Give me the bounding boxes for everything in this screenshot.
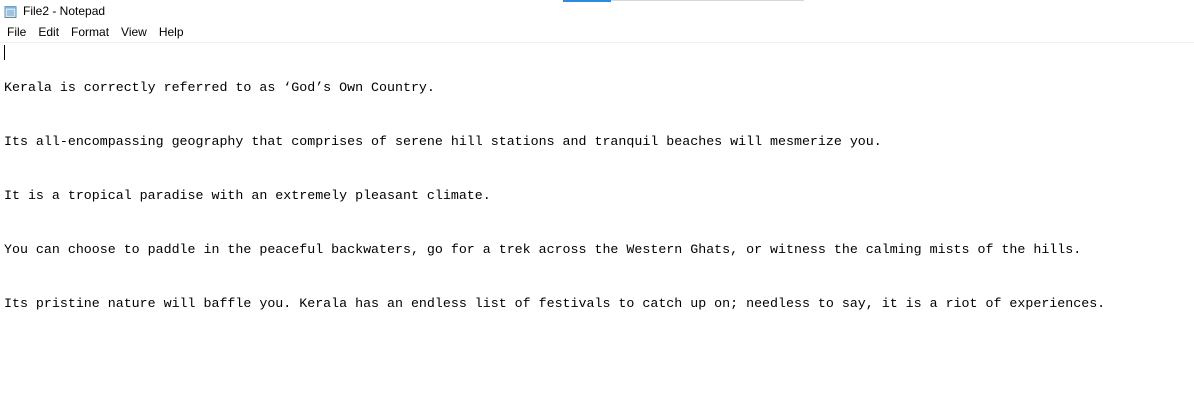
notepad-icon	[4, 5, 17, 18]
editor-line: Kerala is correctly referred to as ‘God’…	[4, 80, 435, 95]
text-editor-area[interactable]: Kerala is correctly referred to as ‘God’…	[4, 43, 1194, 411]
editor-line: It is a tropical paradise with an extrem…	[4, 188, 491, 203]
menu-view[interactable]: View	[115, 22, 153, 42]
focus-accent	[563, 0, 611, 2]
title-bar[interactable]: File2 - Notepad	[0, 0, 1194, 22]
editor-line: Its all-encompassing geography that comp…	[4, 134, 882, 149]
notepad-window: File2 - Notepad File Edit Format View He…	[0, 0, 1194, 411]
menu-file[interactable]: File	[1, 22, 32, 42]
editor-line: Its pristine nature will baffle you. Ker…	[4, 296, 1106, 311]
menu-format[interactable]: Format	[65, 22, 115, 42]
menu-edit[interactable]: Edit	[32, 22, 65, 42]
text-caret	[4, 45, 5, 60]
menu-bar: File Edit Format View Help	[0, 22, 1194, 43]
window-title: File2 - Notepad	[23, 4, 106, 18]
editor-line: You can choose to paddle in the peaceful…	[4, 242, 1082, 257]
menu-help[interactable]: Help	[153, 22, 190, 42]
focus-accent-track	[611, 0, 804, 1]
